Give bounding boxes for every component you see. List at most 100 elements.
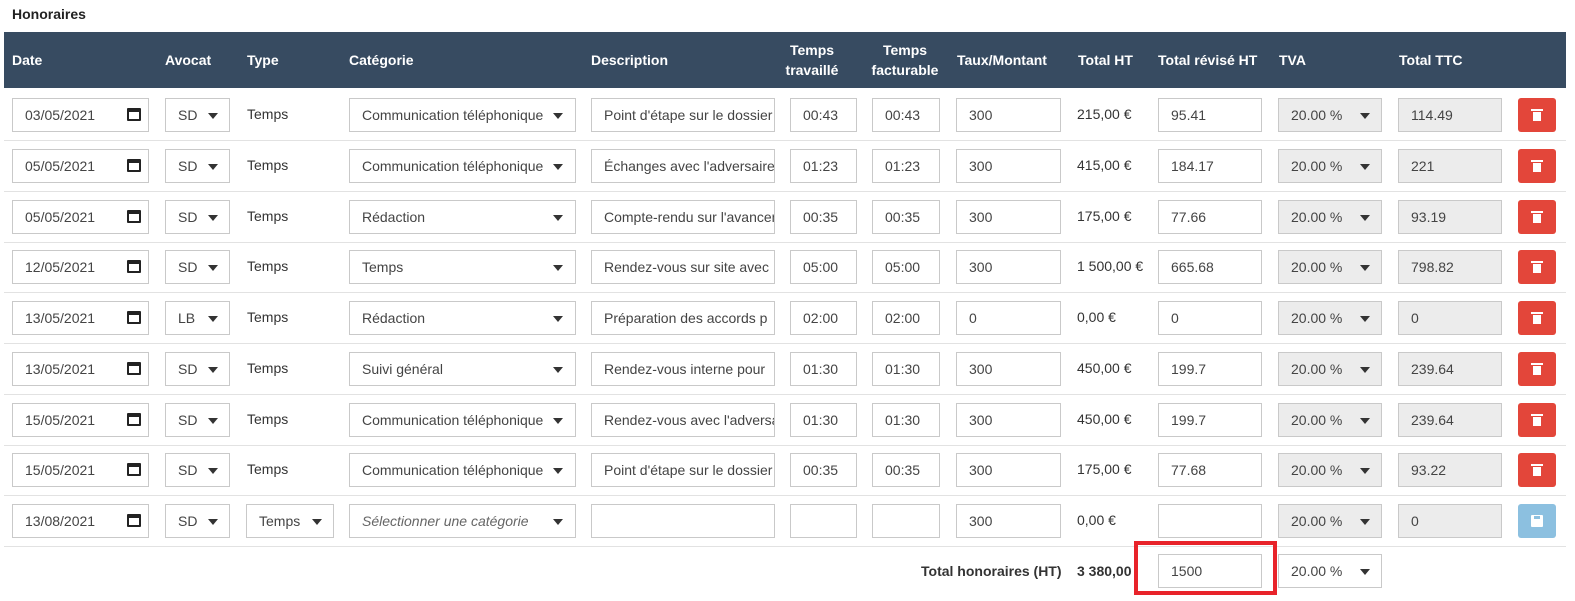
temps-facturable-input[interactable]: 01:30 — [872, 403, 940, 437]
total-revise-input[interactable] — [1158, 504, 1262, 538]
tva-select[interactable]: 20.00 % — [1278, 301, 1382, 335]
tva-select[interactable]: 20.00 % — [1278, 453, 1382, 487]
tva-select[interactable]: 20.00 % — [1278, 250, 1382, 284]
temps-travaille-input[interactable]: 02:00 — [790, 301, 857, 335]
delete-button[interactable] — [1518, 403, 1556, 437]
date-input[interactable]: 13/05/2021 — [12, 352, 149, 386]
avocat-select[interactable]: SD — [165, 98, 230, 132]
total-revise-input[interactable]: 77.68 — [1158, 453, 1262, 487]
total-revise-input[interactable]: 77.66 — [1158, 200, 1262, 234]
tva-select[interactable]: 20.00 % — [1278, 403, 1382, 437]
avocat-select[interactable]: SD — [165, 149, 230, 183]
temps-travaille-input[interactable]: 00:35 — [790, 453, 857, 487]
tva-select[interactable]: 20.00 % — [1278, 98, 1382, 132]
temps-travaille-input[interactable]: 00:35 — [790, 200, 857, 234]
date-input[interactable]: 13/08/2021 — [12, 504, 149, 538]
temps-facturable-input[interactable] — [872, 504, 940, 538]
temps-facturable-input[interactable]: 00:43 — [872, 98, 940, 132]
temps-facturable-input[interactable]: 00:35 — [872, 453, 940, 487]
categorie-select[interactable]: Communication téléphonique — [349, 403, 576, 437]
description-input[interactable]: Échanges avec l'adversaire — [591, 149, 775, 183]
calendar-icon[interactable] — [127, 413, 141, 426]
calendar-icon[interactable] — [127, 159, 141, 172]
delete-button[interactable] — [1518, 301, 1556, 335]
tva-select[interactable]: 20.00 % — [1278, 504, 1382, 538]
date-input[interactable]: 13/05/2021 — [12, 301, 149, 335]
temps-travaille-input[interactable] — [790, 504, 857, 538]
taux-input[interactable]: 300 — [956, 352, 1061, 386]
taux-input[interactable]: 0 — [956, 301, 1061, 335]
taux-input[interactable]: 300 — [956, 98, 1061, 132]
total-revise-input[interactable]: 665.68 — [1158, 250, 1262, 284]
categorie-select[interactable]: Communication téléphonique — [349, 149, 576, 183]
date-input[interactable]: 03/05/2021 — [12, 98, 149, 132]
description-input[interactable]: Préparation des accords p — [591, 301, 775, 335]
delete-button[interactable] — [1518, 352, 1556, 386]
temps-travaille-input[interactable]: 01:30 — [790, 403, 857, 437]
total-tva-select[interactable]: 20.00 % — [1278, 554, 1382, 588]
save-button[interactable] — [1518, 504, 1556, 538]
calendar-icon[interactable] — [127, 463, 141, 476]
avocat-select[interactable]: SD — [165, 504, 230, 538]
calendar-icon[interactable] — [127, 311, 141, 324]
taux-input[interactable]: 300 — [956, 250, 1061, 284]
avocat-select[interactable]: SD — [165, 250, 230, 284]
delete-button[interactable] — [1518, 98, 1556, 132]
temps-travaille-input[interactable]: 05:00 — [790, 250, 857, 284]
temps-travaille-input[interactable]: 01:23 — [790, 149, 857, 183]
temps-facturable-input[interactable]: 01:23 — [872, 149, 940, 183]
categorie-select[interactable]: Rédaction — [349, 301, 576, 335]
tva-select[interactable]: 20.00 % — [1278, 149, 1382, 183]
description-input[interactable]: Compte-rendu sur l'avancement — [591, 200, 775, 234]
categorie-select[interactable]: Communication téléphonique — [349, 98, 576, 132]
calendar-icon[interactable] — [127, 362, 141, 375]
delete-button[interactable] — [1518, 149, 1556, 183]
calendar-icon[interactable] — [127, 514, 141, 527]
date-input[interactable]: 15/05/2021 — [12, 403, 149, 437]
temps-facturable-input[interactable]: 02:00 — [872, 301, 940, 335]
tva-select[interactable]: 20.00 % — [1278, 200, 1382, 234]
categorie-select[interactable]: Sélectionner une catégorie — [349, 504, 576, 538]
categorie-select[interactable]: Temps — [349, 250, 576, 284]
taux-input[interactable]: 300 — [956, 149, 1061, 183]
temps-travaille-input[interactable]: 00:43 — [790, 98, 857, 132]
total-revise-input[interactable]: 95.41 — [1158, 98, 1262, 132]
total-revise-input[interactable]: 199.7 — [1158, 352, 1262, 386]
description-input[interactable]: Point d'étape sur le dossier — [591, 453, 775, 487]
temps-travaille-input[interactable]: 01:30 — [790, 352, 857, 386]
avocat-select[interactable]: SD — [165, 352, 230, 386]
description-input[interactable] — [591, 504, 775, 538]
temps-facturable-input[interactable]: 05:00 — [872, 250, 940, 284]
tva-select[interactable]: 20.00 % — [1278, 352, 1382, 386]
delete-button[interactable] — [1518, 250, 1556, 284]
taux-input[interactable]: 300 — [956, 453, 1061, 487]
description-input[interactable]: Rendez-vous sur site avec — [591, 250, 775, 284]
description-input[interactable]: Rendez-vous avec l'adversaire — [591, 403, 775, 437]
total-revise-input[interactable]: 184.17 — [1158, 149, 1262, 183]
avocat-select[interactable]: SD — [165, 403, 230, 437]
calendar-icon[interactable] — [127, 260, 141, 273]
avocat-select[interactable]: SD — [165, 453, 230, 487]
categorie-select[interactable]: Communication téléphonique — [349, 453, 576, 487]
total-revise-input[interactable]: 0 — [1158, 301, 1262, 335]
categorie-select[interactable]: Suivi général — [349, 352, 576, 386]
description-input[interactable]: Rendez-vous interne pour — [591, 352, 775, 386]
categorie-select[interactable]: Rédaction — [349, 200, 576, 234]
avocat-select[interactable]: SD — [165, 200, 230, 234]
taux-input[interactable]: 300 — [956, 403, 1061, 437]
calendar-icon[interactable] — [127, 210, 141, 223]
taux-input[interactable]: 300 — [956, 504, 1061, 538]
type-select[interactable]: Temps — [246, 504, 334, 538]
delete-button[interactable] — [1518, 453, 1556, 487]
temps-facturable-input[interactable]: 00:35 — [872, 200, 940, 234]
taux-input[interactable]: 300 — [956, 200, 1061, 234]
temps-facturable-input[interactable]: 01:30 — [872, 352, 940, 386]
avocat-select[interactable]: LB — [165, 301, 230, 335]
delete-button[interactable] — [1518, 200, 1556, 234]
date-input[interactable]: 05/05/2021 — [12, 149, 149, 183]
date-input[interactable]: 12/05/2021 — [12, 250, 149, 284]
total-revise-input[interactable]: 199.7 — [1158, 403, 1262, 437]
description-input[interactable]: Point d'étape sur le dossier — [591, 98, 775, 132]
date-input[interactable]: 15/05/2021 — [12, 453, 149, 487]
date-input[interactable]: 05/05/2021 — [12, 200, 149, 234]
